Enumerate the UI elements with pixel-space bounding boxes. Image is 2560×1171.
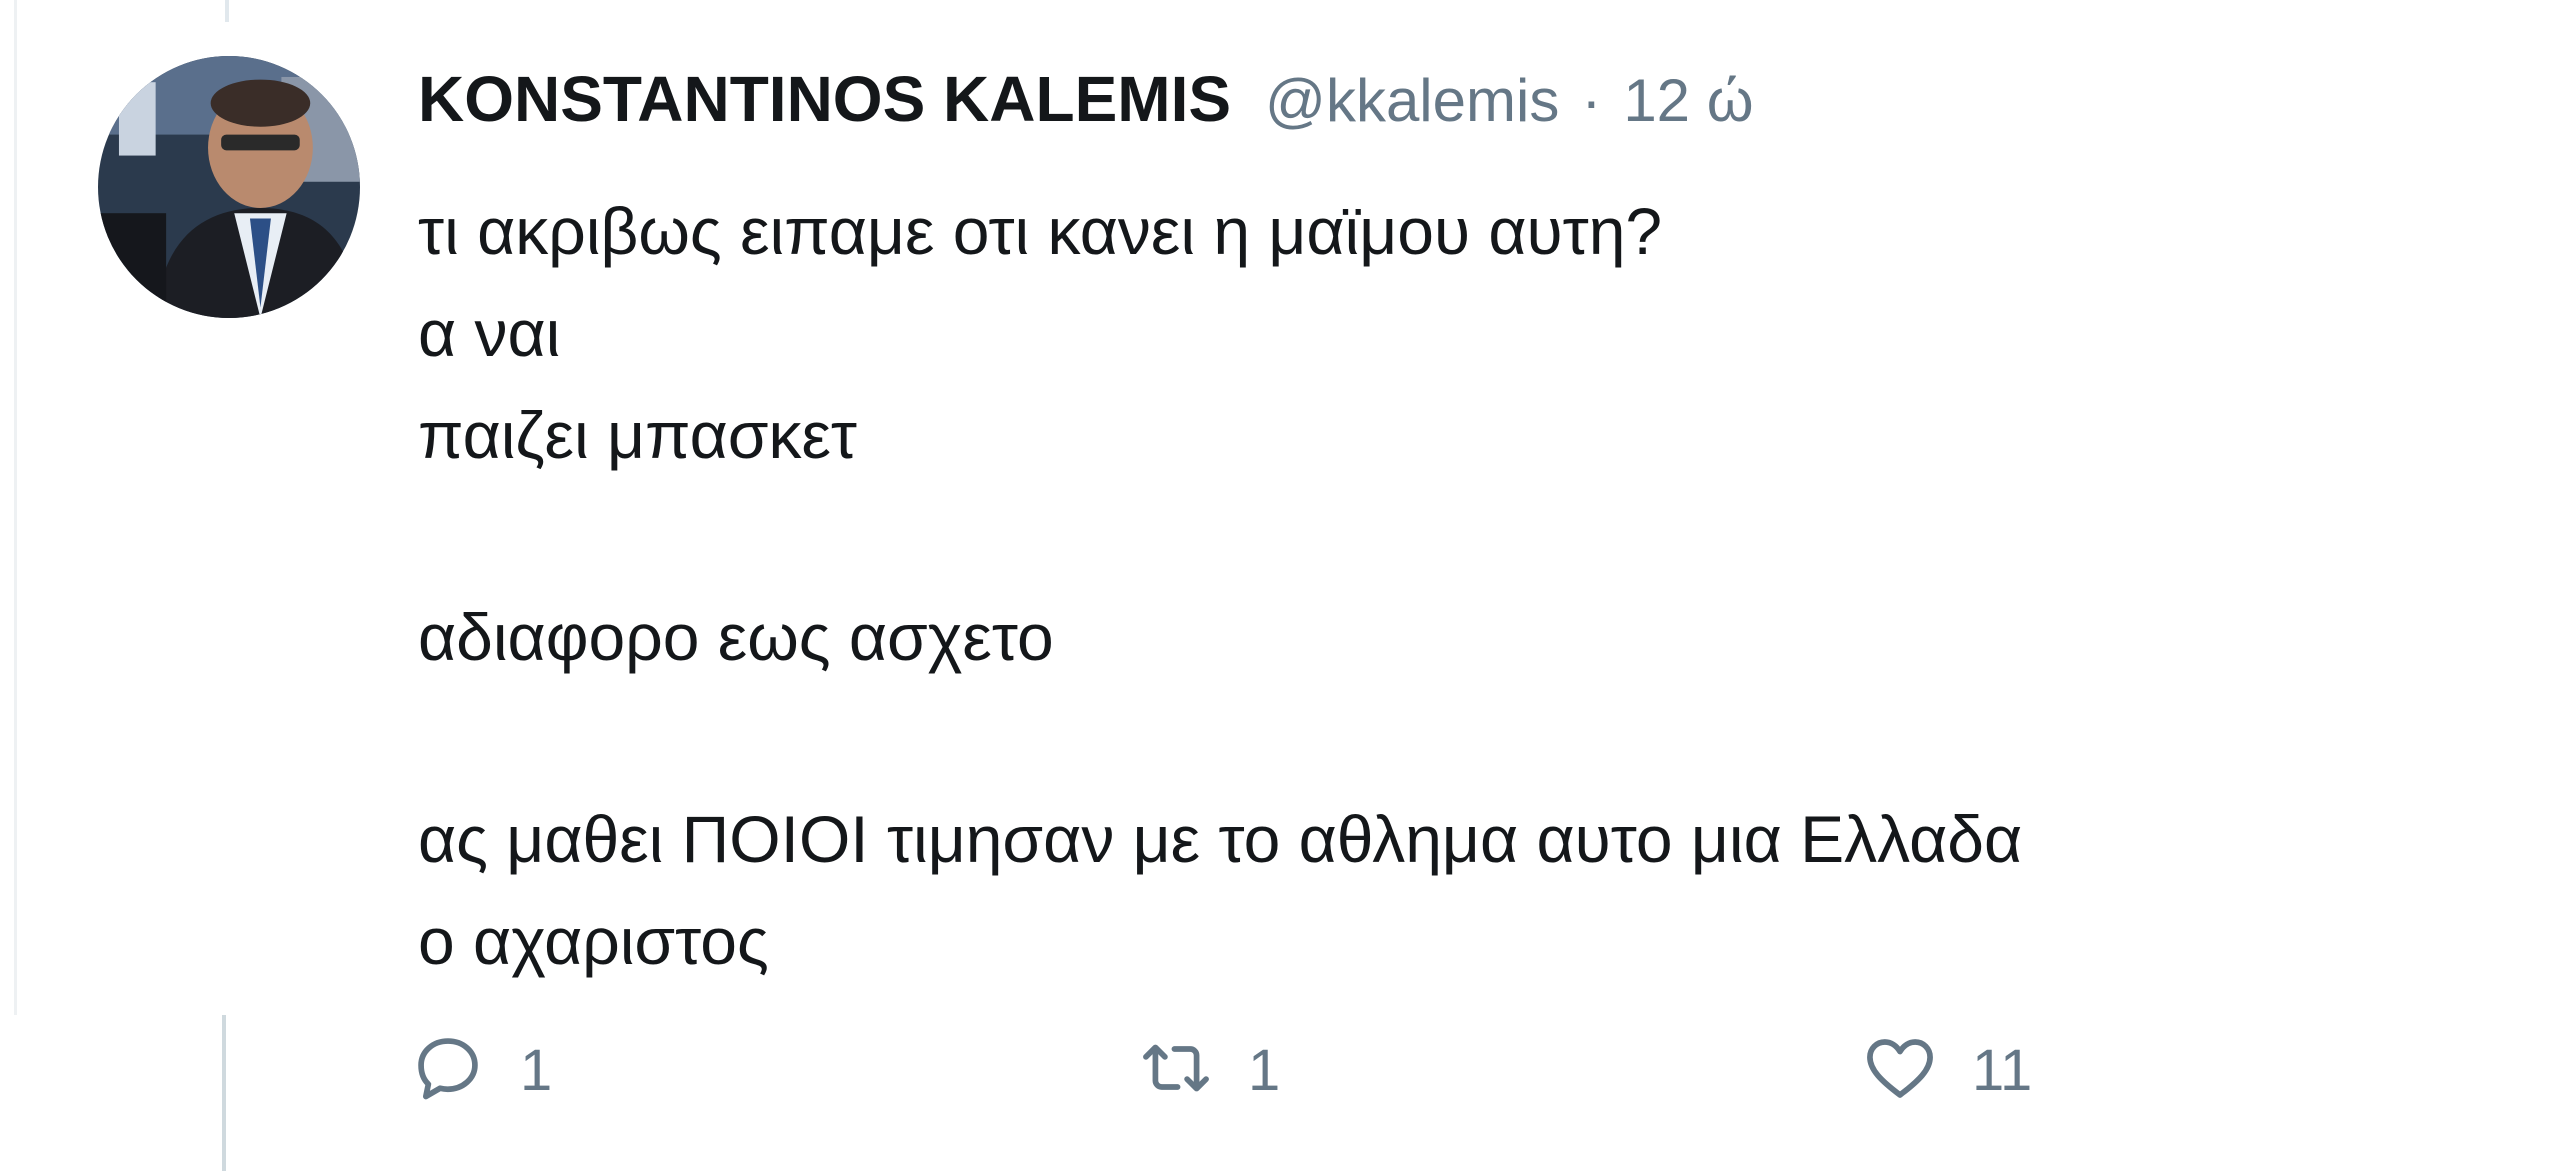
retweet-icon — [1138, 1030, 1214, 1111]
tweet-line: τι ακριβως ειπαμε οτι κανει η μαϊμου αυτ… — [418, 194, 1663, 268]
heart-icon — [1862, 1030, 1938, 1111]
tweet-actions: 1 1 11 — [410, 1025, 2210, 1115]
tweet-line: ο αχαριστος — [418, 904, 769, 978]
tweet-header: KONSTANTINOS KALEMIS @kkalemis · 12 ώ — [418, 62, 1754, 162]
tweet-text: τι ακριβως ειπαμε οτι κανει η μαϊμου αυτ… — [418, 180, 2498, 992]
tweet-line: αδιαφορο εως ασχετο — [418, 600, 1054, 674]
tweet-line: α ναι — [418, 296, 561, 370]
like-button[interactable]: 11 — [1862, 1025, 2032, 1115]
reply-icon — [410, 1030, 486, 1111]
thread-line-bottom — [222, 1015, 226, 1171]
author-name[interactable]: KONSTANTINOS KALEMIS — [418, 62, 1231, 136]
avatar[interactable] — [98, 56, 360, 318]
tweet-line: ας μαθει ΠΟΙΟΙ τιμησαν με το αθλημα αυτο… — [418, 802, 2023, 876]
retweet-button[interactable]: 1 — [1138, 1025, 1280, 1115]
header-separator: · — [1581, 67, 1602, 134]
tweet-line: παιζει μπασκετ — [418, 398, 857, 472]
thread-line-top — [225, 0, 229, 22]
retweet-count: 1 — [1248, 1037, 1281, 1103]
tweet-timestamp[interactable]: 12 ώ — [1623, 66, 1753, 135]
author-handle[interactable]: @kkalemis — [1265, 66, 1559, 135]
timeline-border — [14, 0, 17, 1015]
like-count: 11 — [1972, 1037, 2033, 1103]
reply-button[interactable]: 1 — [410, 1025, 552, 1115]
reply-count: 1 — [520, 1037, 553, 1103]
